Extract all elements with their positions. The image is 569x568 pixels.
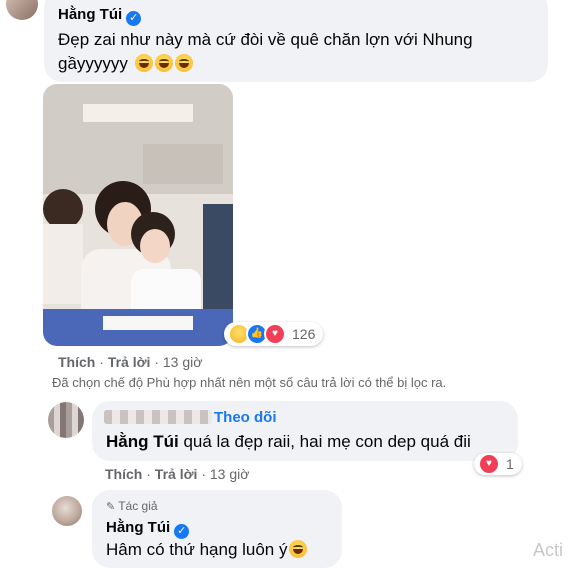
like-link[interactable]: Thích	[105, 466, 142, 482]
comment-body: Hâm có thứ hạng luôn ý	[106, 540, 288, 559]
separator: ·	[99, 354, 104, 370]
comment-actions: Thích · Trả lời · 13 giờ	[58, 354, 202, 370]
love-reaction-icon: ♥	[478, 453, 500, 475]
timestamp[interactable]: 13 giờ	[163, 354, 203, 370]
follow-link[interactable]: Theo dõi	[214, 409, 277, 426]
comment-bubble: ✎ Tác giả Hằng Túi ✓ Hâm có thứ hạng luôn …	[92, 490, 342, 568]
laughing-emoji-icon	[289, 540, 308, 558]
comment-text: Đẹp zai như này mà cứ đòi về quê chăn lợ…	[58, 28, 538, 76]
blurred-author-name[interactable]	[104, 410, 212, 424]
filter-notice: Đã chọn chế độ Phù hợp nhất nên một số c…	[52, 375, 447, 390]
avatar[interactable]	[48, 402, 84, 438]
avatar[interactable]	[52, 496, 82, 526]
author-name[interactable]: Hằng Túi	[106, 519, 170, 536]
avatar[interactable]	[6, 0, 38, 20]
reaction-count: 1	[506, 456, 514, 472]
verified-icon: ✓	[126, 11, 142, 26]
comment-body: Đẹp zai như này mà cứ đòi về quê chăn lợ…	[58, 30, 473, 73]
separator: ·	[154, 354, 159, 370]
laughing-emoji-icon	[134, 54, 153, 72]
comment-actions: Thích · Trả lời · 13 giờ	[105, 466, 249, 482]
timestamp[interactable]: 13 giờ	[210, 466, 250, 482]
reply-link[interactable]: Trả lời	[108, 354, 151, 370]
reply-link[interactable]: Trả lời	[155, 466, 198, 482]
laughing-emoji-icon	[154, 54, 173, 72]
comment-bubble: Hằng Túi ✓ Đẹp zai như này mà cứ đòi về q…	[44, 0, 548, 82]
reaction-summary[interactable]: 👍 ♥ 126	[224, 322, 324, 346]
laughing-emoji-icon	[174, 54, 193, 72]
comment-body: quá la đẹp raii, hai mẹ con dep quá đii	[178, 432, 471, 451]
like-link[interactable]: Thích	[58, 354, 95, 370]
comment-photo[interactable]	[43, 84, 233, 346]
comment-text: Hằng Túi quá la đẹp raii, hai mẹ con dep…	[106, 430, 516, 454]
comment-text: Hâm có thứ hạng luôn ý	[106, 538, 346, 562]
author-name[interactable]: Hằng Túi	[58, 6, 122, 23]
mention-link[interactable]: Hằng Túi	[106, 432, 179, 451]
love-reaction-icon: ♥	[264, 323, 286, 345]
author-badge: ✎ Tác giả	[106, 499, 158, 513]
reaction-count: 126	[292, 326, 316, 342]
comment-author[interactable]: Hằng Túi ✓	[58, 6, 142, 26]
separator: ·	[201, 466, 206, 482]
comment-author[interactable]: Hằng Túi ✓	[106, 519, 190, 539]
pen-icon: ✎	[106, 501, 116, 513]
verified-icon: ✓	[174, 524, 190, 539]
watermark-text: Acti	[533, 540, 564, 560]
photo-image	[43, 84, 233, 346]
reaction-summary[interactable]: ♥ 1	[474, 453, 522, 475]
author-badge-label: Tác giả	[118, 499, 158, 513]
separator: ·	[146, 466, 151, 482]
comment-bubble: Theo dõi Hằng Túi quá la đẹp raii, hai m…	[92, 401, 518, 461]
